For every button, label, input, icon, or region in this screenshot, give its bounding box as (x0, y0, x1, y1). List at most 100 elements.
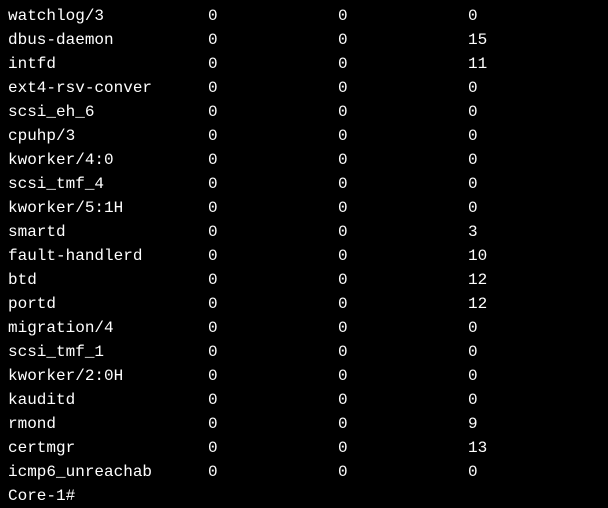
process-col-1: 0 (208, 76, 338, 100)
process-row: kauditd000 (8, 388, 600, 412)
terminal-output: watchlog/3000dbus-daemon0015intfd0011ext… (8, 4, 600, 484)
process-col-1: 0 (208, 100, 338, 124)
process-row: kworker/5:1H000 (8, 196, 600, 220)
process-col-1: 0 (208, 436, 338, 460)
process-col-2: 0 (338, 196, 468, 220)
process-col-3: 3 (468, 220, 598, 244)
process-row: ext4-rsv-conver000 (8, 76, 600, 100)
process-row: scsi_tmf_4000 (8, 172, 600, 196)
process-name: kworker/4:0 (8, 148, 208, 172)
process-name: kworker/5:1H (8, 196, 208, 220)
process-col-2: 0 (338, 172, 468, 196)
process-col-2: 0 (338, 388, 468, 412)
process-name: btd (8, 268, 208, 292)
process-col-1: 0 (208, 268, 338, 292)
process-col-1: 0 (208, 388, 338, 412)
process-row: icmp6_unreachab000 (8, 460, 600, 484)
process-row: kworker/4:0000 (8, 148, 600, 172)
process-row: watchlog/3000 (8, 4, 600, 28)
process-col-2: 0 (338, 460, 468, 484)
process-col-3: 15 (468, 28, 598, 52)
process-col-1: 0 (208, 220, 338, 244)
process-row: intfd0011 (8, 52, 600, 76)
process-name: certmgr (8, 436, 208, 460)
process-col-1: 0 (208, 52, 338, 76)
process-row: rmond009 (8, 412, 600, 436)
process-name: migration/4 (8, 316, 208, 340)
process-col-2: 0 (338, 340, 468, 364)
process-col-3: 9 (468, 412, 598, 436)
process-col-3: 0 (468, 460, 598, 484)
process-name: cpuhp/3 (8, 124, 208, 148)
process-row: cpuhp/3000 (8, 124, 600, 148)
process-name: icmp6_unreachab (8, 460, 208, 484)
process-col-2: 0 (338, 220, 468, 244)
process-col-3: 0 (468, 388, 598, 412)
process-name: scsi_tmf_4 (8, 172, 208, 196)
process-col-2: 0 (338, 4, 468, 28)
process-col-1: 0 (208, 460, 338, 484)
process-col-3: 10 (468, 244, 598, 268)
process-col-1: 0 (208, 340, 338, 364)
process-col-3: 0 (468, 364, 598, 388)
process-row: portd0012 (8, 292, 600, 316)
process-row: scsi_tmf_1000 (8, 340, 600, 364)
process-col-2: 0 (338, 268, 468, 292)
process-col-1: 0 (208, 28, 338, 52)
process-col-2: 0 (338, 124, 468, 148)
process-col-1: 0 (208, 412, 338, 436)
process-name: kworker/2:0H (8, 364, 208, 388)
process-row: dbus-daemon0015 (8, 28, 600, 52)
process-col-2: 0 (338, 28, 468, 52)
process-col-1: 0 (208, 172, 338, 196)
process-row: fault-handlerd0010 (8, 244, 600, 268)
process-col-2: 0 (338, 436, 468, 460)
process-col-2: 0 (338, 364, 468, 388)
process-row: kworker/2:0H000 (8, 364, 600, 388)
process-name: fault-handlerd (8, 244, 208, 268)
process-col-1: 0 (208, 148, 338, 172)
process-row: certmgr0013 (8, 436, 600, 460)
process-col-3: 0 (468, 4, 598, 28)
process-col-1: 0 (208, 124, 338, 148)
process-col-1: 0 (208, 244, 338, 268)
process-name: scsi_eh_6 (8, 100, 208, 124)
process-col-3: 0 (468, 340, 598, 364)
process-col-1: 0 (208, 4, 338, 28)
process-col-3: 12 (468, 268, 598, 292)
process-col-3: 0 (468, 316, 598, 340)
process-col-3: 0 (468, 100, 598, 124)
process-col-2: 0 (338, 244, 468, 268)
shell-prompt[interactable]: Core-1# (8, 484, 600, 508)
process-col-3: 0 (468, 148, 598, 172)
process-row: btd0012 (8, 268, 600, 292)
process-name: dbus-daemon (8, 28, 208, 52)
process-col-2: 0 (338, 100, 468, 124)
process-name: smartd (8, 220, 208, 244)
process-col-1: 0 (208, 316, 338, 340)
process-name: rmond (8, 412, 208, 436)
process-col-2: 0 (338, 316, 468, 340)
process-row: smartd003 (8, 220, 600, 244)
process-col-1: 0 (208, 364, 338, 388)
process-name: scsi_tmf_1 (8, 340, 208, 364)
process-col-3: 0 (468, 124, 598, 148)
process-row: scsi_eh_6000 (8, 100, 600, 124)
process-name: kauditd (8, 388, 208, 412)
process-col-2: 0 (338, 148, 468, 172)
process-col-3: 12 (468, 292, 598, 316)
process-name: ext4-rsv-conver (8, 76, 208, 100)
process-col-3: 0 (468, 172, 598, 196)
process-col-1: 0 (208, 196, 338, 220)
process-col-2: 0 (338, 412, 468, 436)
process-col-1: 0 (208, 292, 338, 316)
process-col-2: 0 (338, 292, 468, 316)
process-name: watchlog/3 (8, 4, 208, 28)
process-col-2: 0 (338, 76, 468, 100)
process-col-3: 0 (468, 76, 598, 100)
process-col-3: 13 (468, 436, 598, 460)
process-name: portd (8, 292, 208, 316)
process-col-3: 11 (468, 52, 598, 76)
process-col-2: 0 (338, 52, 468, 76)
process-name: intfd (8, 52, 208, 76)
